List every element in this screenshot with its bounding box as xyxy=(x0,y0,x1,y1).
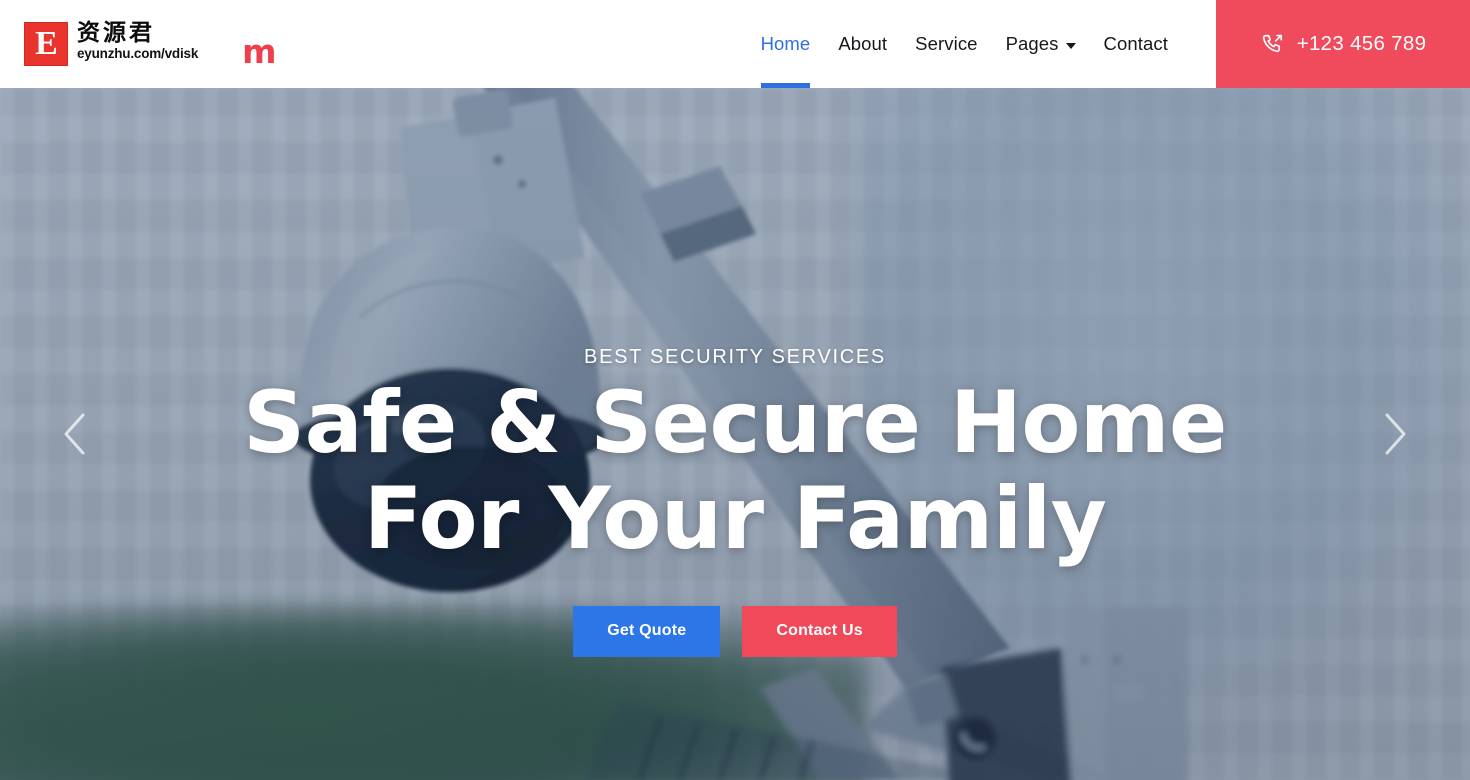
nav-item-pages[interactable]: Pages xyxy=(992,0,1090,88)
phone-number: +123 456 789 xyxy=(1296,32,1427,55)
phone-outgoing-icon xyxy=(1262,34,1282,52)
hero-title: Safe & Secure Home For Your Family xyxy=(243,375,1227,568)
logo-badge-icon: E xyxy=(24,22,68,66)
page-root: E 资源君 eyunzhu.com/vdisk m Home About Ser… xyxy=(0,0,1470,780)
watermark-m: m xyxy=(242,31,277,71)
slider-prev-button[interactable] xyxy=(48,407,102,461)
nav-label-contact: Contact xyxy=(1103,33,1168,54)
nav-label-service: Service xyxy=(915,33,978,54)
hero-title-line-1: Safe & Secure Home xyxy=(243,373,1227,473)
brand-text: 资源君 eyunzhu.com/vdisk xyxy=(77,20,198,62)
chevron-down-icon xyxy=(1065,43,1076,49)
brand-url: eyunzhu.com/vdisk xyxy=(77,46,199,62)
hero-title-line-2: For Your Family xyxy=(363,469,1107,570)
hero-slider: BEST SECURITY SERVICES Safe & Secure Hom… xyxy=(0,88,1470,780)
logo-letter: E xyxy=(35,25,58,62)
main-navigation: Home About Service Pages Contact xyxy=(330,0,1216,88)
hero-subtitle: BEST SECURITY SERVICES xyxy=(584,346,886,368)
hero-cta-group: Get Quote Contact Us xyxy=(573,605,897,657)
nav-item-service[interactable]: Service xyxy=(901,0,991,88)
brand-logo[interactable]: E 资源君 eyunzhu.com/vdisk m xyxy=(0,0,330,88)
header-phone-cta[interactable]: +123 456 789 xyxy=(1216,0,1470,88)
nav-item-about[interactable]: About xyxy=(824,0,901,88)
chevron-right-icon xyxy=(1385,413,1406,455)
nav-label-pages: Pages xyxy=(1005,33,1059,54)
get-quote-button[interactable]: Get Quote xyxy=(573,605,721,657)
contact-us-button[interactable]: Contact Us xyxy=(742,605,897,657)
chevron-left-icon xyxy=(64,413,85,455)
site-header: E 资源君 eyunzhu.com/vdisk m Home About Ser… xyxy=(0,0,1470,88)
hero-content: BEST SECURITY SERVICES Safe & Secure Hom… xyxy=(0,88,1470,780)
nav-item-home[interactable]: Home xyxy=(747,0,825,88)
nav-label-home: Home xyxy=(760,33,811,54)
brand-mark: E 资源君 eyunzhu.com/vdisk xyxy=(24,20,198,66)
slider-next-button[interactable] xyxy=(1368,407,1422,461)
nav-label-about: About xyxy=(838,33,888,54)
brand-name-cn: 资源君 xyxy=(77,20,155,46)
nav-item-contact[interactable]: Contact xyxy=(1090,0,1182,88)
